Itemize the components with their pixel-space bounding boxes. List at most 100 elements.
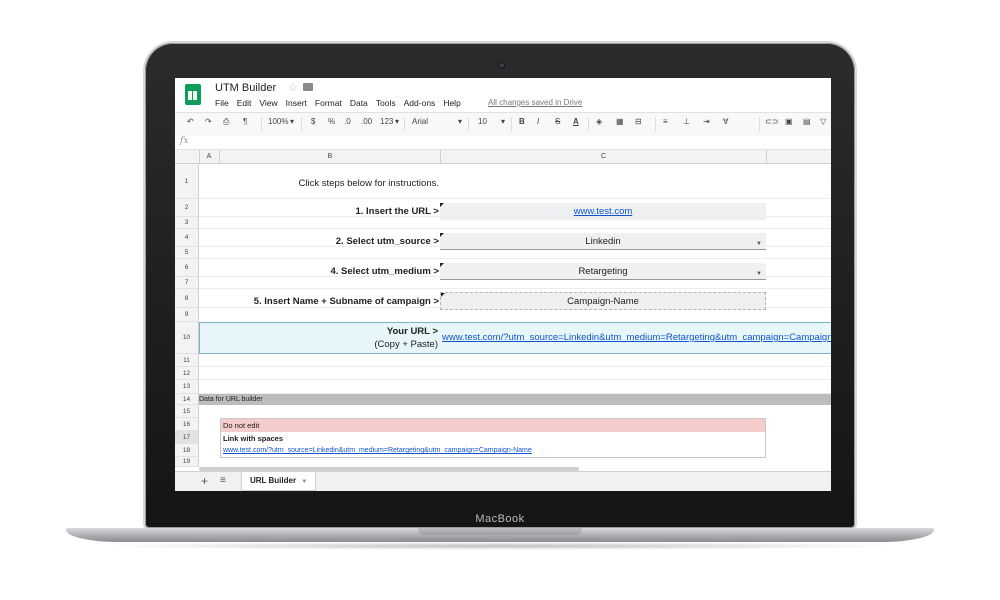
folder-icon[interactable]: [303, 83, 313, 91]
text-wrap-icon[interactable]: ⇥: [703, 117, 710, 126]
sheet-tabs-bar: + ≡ URL Builder ▼: [175, 471, 831, 491]
utm-source-dropdown[interactable]: Linkedin ▼: [440, 233, 766, 250]
utm-medium-dropdown[interactable]: Retargeting ▼: [440, 263, 766, 280]
toolbar: ↶ ↷ ⎙ ¶ 100% ▾ $ % .0 .00 123 ▾ Arial ▾ …: [175, 112, 831, 137]
raw-url-link[interactable]: www.test.com/?utm_source=Linkedin&utm_me…: [223, 447, 532, 454]
sheets-logo-icon[interactable]: [185, 84, 201, 105]
percent-button[interactable]: %: [328, 117, 335, 126]
row-header[interactable]: 3: [175, 217, 199, 229]
font-size-select[interactable]: 10: [478, 117, 487, 126]
row-header[interactable]: 7: [175, 277, 199, 289]
menu-bar: File Edit View Insert Format Data Tools …: [215, 98, 469, 108]
insert-comment-icon[interactable]: ▣: [785, 117, 793, 126]
align-left-icon[interactable]: ≡: [663, 117, 668, 126]
chevron-down-icon[interactable]: ▾: [501, 117, 505, 126]
row-header[interactable]: 13: [175, 380, 199, 394]
row-header[interactable]: 6: [175, 259, 199, 277]
paint-format-icon[interactable]: ¶: [243, 117, 247, 126]
font-select[interactable]: Arial: [412, 117, 428, 126]
redo-icon[interactable]: ↷: [205, 117, 212, 126]
document-title[interactable]: UTM Builder: [215, 82, 276, 94]
row-header[interactable]: 16: [175, 418, 199, 431]
merge-cells-icon[interactable]: ⊟: [635, 117, 642, 126]
row-header[interactable]: 17: [175, 431, 199, 444]
row-header[interactable]: 1: [175, 164, 199, 199]
row-header[interactable]: 9: [175, 308, 199, 322]
url-input-value[interactable]: www.test.com: [574, 206, 633, 217]
row-header[interactable]: 8: [175, 289, 199, 308]
note-marker: [440, 233, 444, 237]
grid-row: [199, 367, 831, 380]
row-header[interactable]: 4: [175, 229, 199, 247]
increase-decimal-button[interactable]: .00: [361, 117, 372, 126]
bold-button[interactable]: B: [519, 117, 525, 126]
generated-url-link[interactable]: www.test.com/?utm_source=Linkedin&utm_me…: [442, 332, 831, 343]
chevron-down-icon[interactable]: ▾: [395, 117, 399, 126]
utm-source-value: Linkedin: [585, 236, 621, 247]
row-header[interactable]: 18: [175, 444, 199, 457]
row-header[interactable]: 11: [175, 354, 199, 367]
all-sheets-button[interactable]: ≡: [220, 475, 226, 486]
do-not-edit-label: Do not edit: [221, 419, 765, 432]
toolbar-divider: [404, 117, 405, 131]
currency-button[interactable]: $: [311, 117, 315, 126]
chevron-down-icon[interactable]: ▾: [290, 117, 294, 126]
insert-chart-icon[interactable]: ▤: [803, 117, 811, 126]
your-url-row: Your URL > (Copy + Paste) www.test.com/?…: [199, 322, 831, 354]
text-color-button[interactable]: A: [573, 117, 579, 126]
row-header[interactable]: 19: [175, 457, 199, 467]
formula-bar[interactable]: fx: [175, 136, 831, 150]
row-header[interactable]: 12: [175, 367, 199, 380]
filter-icon[interactable]: ▽: [820, 117, 826, 126]
step5-label: 5. Insert Name + Subname of campaign >: [253, 296, 439, 307]
url-input-cell[interactable]: www.test.com: [440, 203, 766, 220]
link-icon[interactable]: ⊂⊃: [765, 117, 778, 126]
star-icon[interactable]: ☆: [288, 81, 298, 94]
add-sheet-button[interactable]: +: [201, 474, 208, 488]
toolbar-divider: [588, 117, 589, 131]
campaign-name-input[interactable]: Campaign-Name: [440, 292, 766, 310]
toolbar-divider: [301, 117, 302, 131]
chevron-down-icon[interactable]: ▾: [458, 117, 462, 126]
strikethrough-button[interactable]: S: [555, 117, 560, 126]
menu-edit[interactable]: Edit: [237, 98, 252, 108]
laptop-shadow: [90, 542, 910, 550]
undo-icon[interactable]: ↶: [187, 117, 194, 126]
text-rotation-icon[interactable]: ∀: [723, 117, 728, 126]
menu-addons[interactable]: Add-ons: [404, 98, 436, 108]
decrease-decimal-button[interactable]: .0: [344, 117, 351, 126]
save-status[interactable]: All changes saved in Drive: [488, 98, 582, 107]
note-marker: [441, 293, 445, 297]
italic-button[interactable]: I: [537, 117, 539, 126]
column-header-a[interactable]: A: [199, 150, 220, 163]
select-all-corner[interactable]: [175, 150, 200, 163]
chevron-down-icon[interactable]: ▼: [301, 479, 307, 485]
menu-data[interactable]: Data: [350, 98, 368, 108]
borders-icon[interactable]: ▦: [616, 117, 624, 126]
column-header-c[interactable]: C: [441, 150, 767, 163]
your-url-value[interactable]: www.test.com/?utm_source=Linkedin&utm_me…: [442, 332, 831, 343]
more-formats-button[interactable]: 123: [380, 117, 393, 126]
print-icon[interactable]: ⎙: [223, 117, 229, 127]
zoom-select[interactable]: 100%: [268, 117, 288, 126]
row-header[interactable]: 2: [175, 199, 199, 217]
chevron-down-icon[interactable]: ▼: [756, 236, 762, 253]
row-header[interactable]: 10: [175, 322, 199, 354]
vertical-align-icon[interactable]: ⊥: [683, 117, 690, 126]
fill-color-icon[interactable]: ◈: [596, 117, 602, 126]
link-with-spaces-value[interactable]: www.test.com/?utm_source=Linkedin&utm_me…: [221, 445, 765, 457]
menu-view[interactable]: View: [259, 98, 277, 108]
menu-help[interactable]: Help: [443, 98, 460, 108]
row-header[interactable]: 14: [175, 394, 199, 405]
column-headers: A B C: [175, 150, 831, 164]
menu-format[interactable]: Format: [315, 98, 342, 108]
menu-file[interactable]: File: [215, 98, 229, 108]
menu-insert[interactable]: Insert: [286, 98, 307, 108]
tab-url-builder[interactable]: URL Builder ▼: [241, 472, 317, 491]
column-header-b[interactable]: B: [220, 150, 441, 163]
your-url-label: Your URL >: [386, 326, 438, 337]
chevron-down-icon[interactable]: ▼: [756, 266, 762, 283]
menu-tools[interactable]: Tools: [376, 98, 396, 108]
row-header[interactable]: 5: [175, 247, 199, 259]
row-header[interactable]: 15: [175, 405, 199, 418]
